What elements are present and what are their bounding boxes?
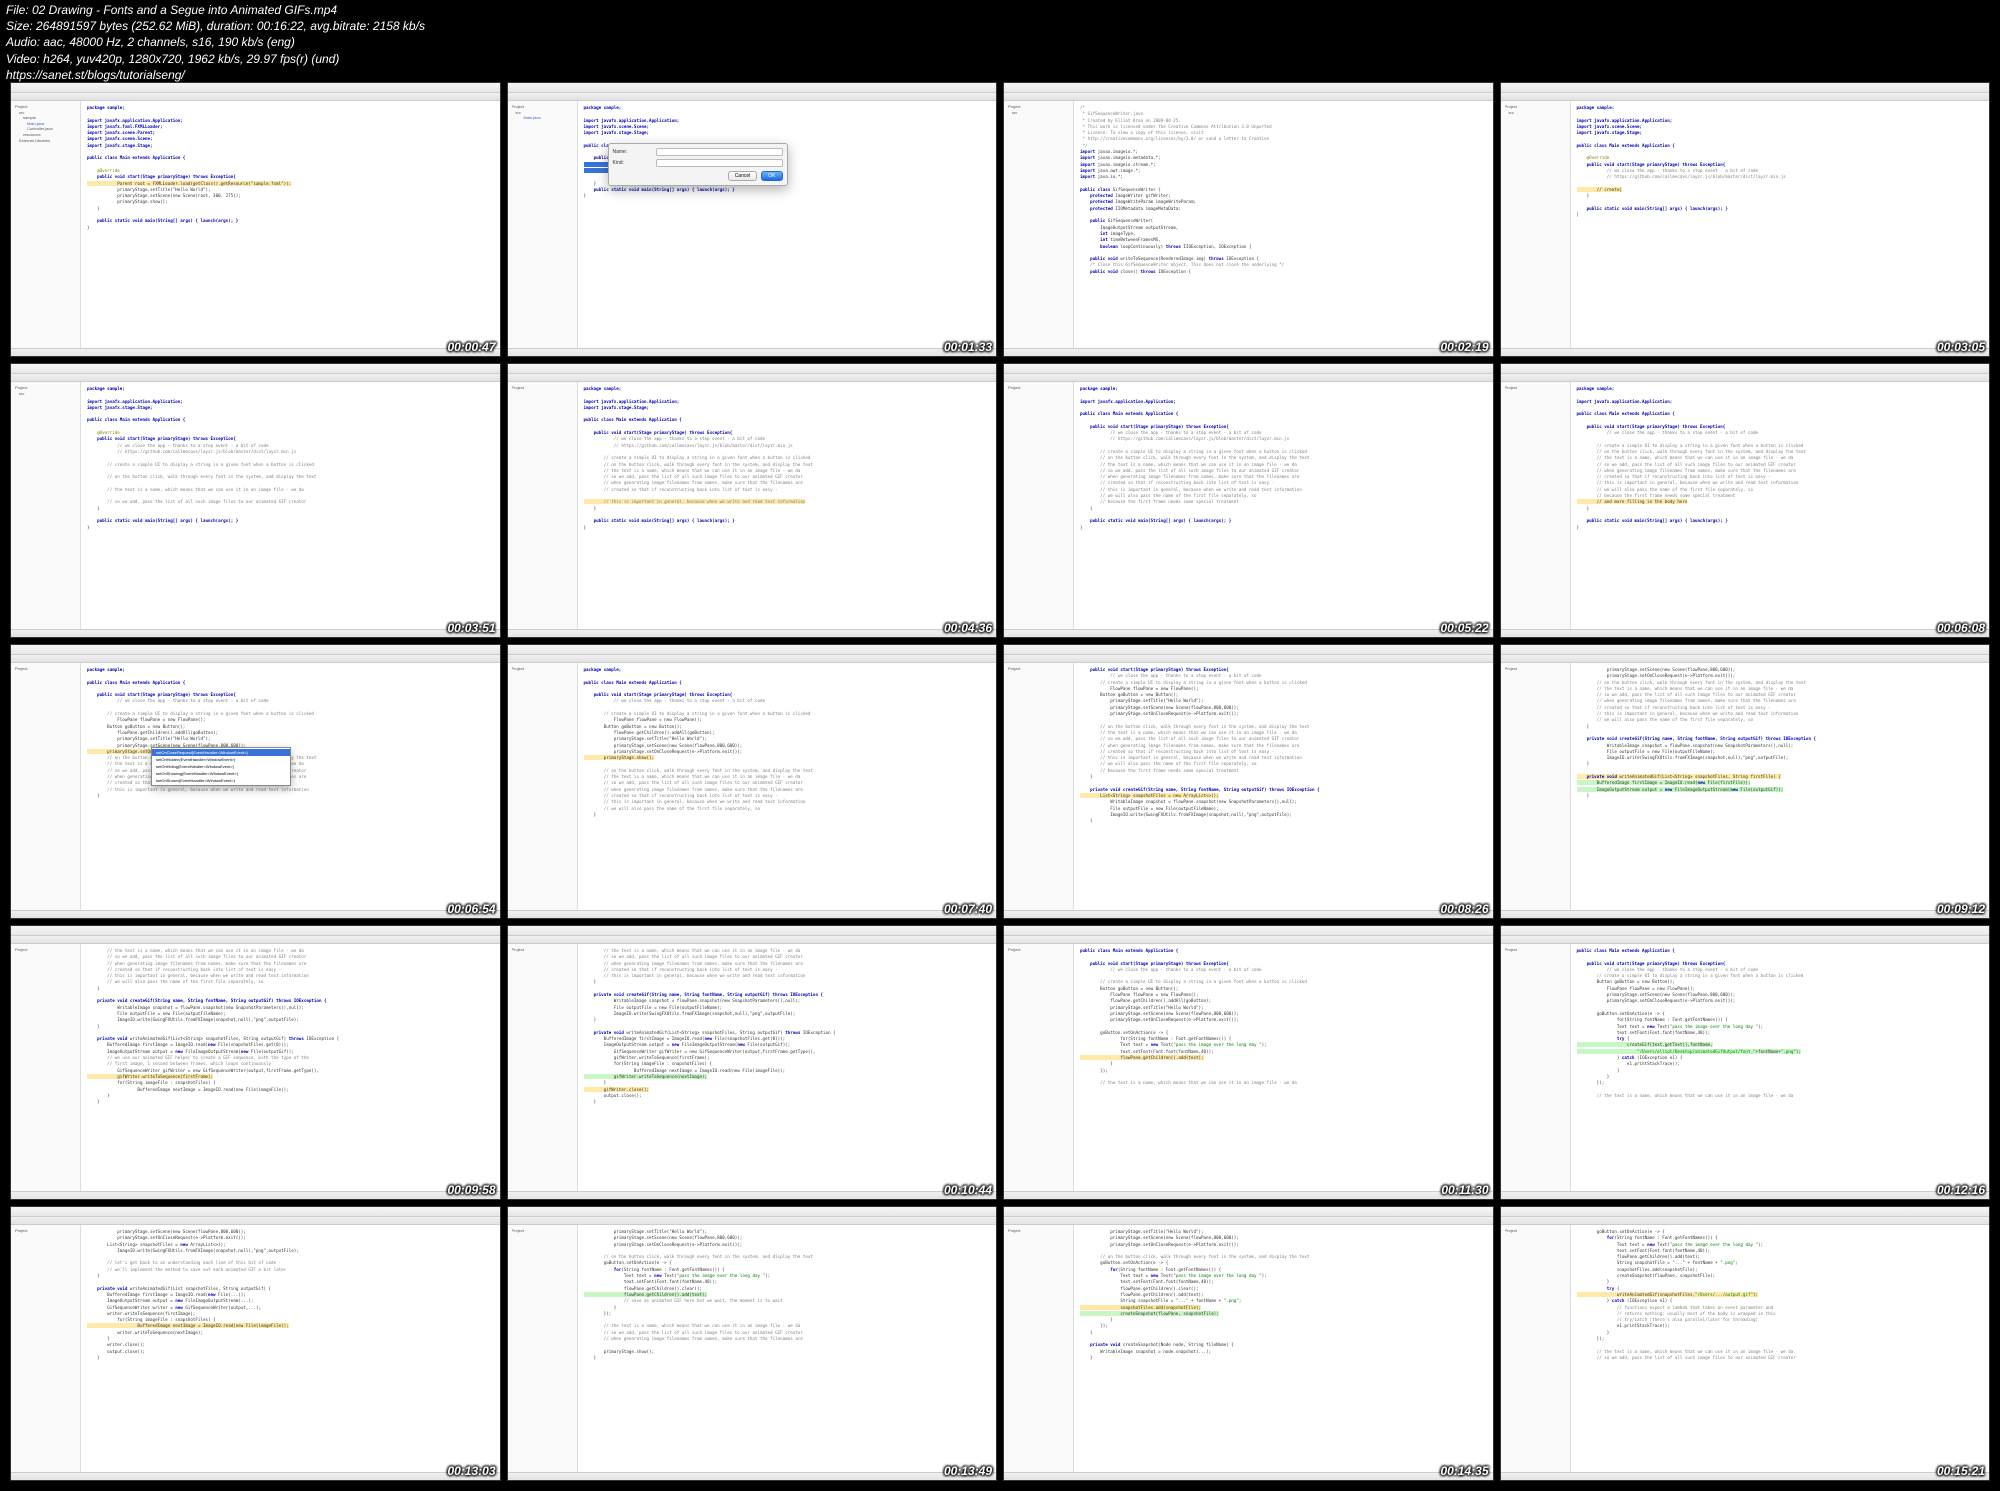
code-editor[interactable]: // the text is a name, which means that … <box>578 944 997 1191</box>
code-editor[interactable]: package sample; public class Main extend… <box>578 663 997 910</box>
code-editor[interactable]: package sample; import javafx.applicatio… <box>1571 101 1990 348</box>
video-line: Video: h264, yuv420p, 1280x720, 1962 kb/… <box>6 51 425 67</box>
dialog-kind-label: Kind: <box>613 160 653 166</box>
timestamp: 00:09:58 <box>447 1183 495 1197</box>
url-line: https://sanet.st/blogs/tutorialseng/ <box>6 67 425 83</box>
autocomplete-item[interactable]: setOnCloseRequest(EventHandler<WindowEve… <box>152 749 290 756</box>
thumb-10[interactable]: Project package sample; public class Mai… <box>507 644 998 919</box>
code-editor[interactable]: goButton.setOnAction(e -> { for(String f… <box>1571 1225 1990 1472</box>
timestamp: 00:09:12 <box>1937 902 1985 916</box>
thumb-2[interactable]: Project src Main.java package sample; im… <box>507 82 998 357</box>
project-sidebar[interactable]: Project src Main.java <box>508 101 578 348</box>
timestamp: 00:15:21 <box>1937 1464 1985 1478</box>
timestamp: 00:05:22 <box>1440 621 1488 635</box>
ide-toolbar <box>11 93 500 101</box>
autocomplete-item[interactable]: setOnHidden(EventHandler<WindowEvent>) <box>152 756 290 763</box>
thumb-8[interactable]: Project package sample; import javafx.ap… <box>1500 363 1991 638</box>
thumb-7[interactable]: Project package sample; import javafx.ap… <box>1003 363 1494 638</box>
size-line: Size: 264891597 bytes (252.62 MiB), dura… <box>6 18 425 34</box>
code-editor[interactable]: package sample; public class Main extend… <box>81 663 500 910</box>
thumb-17[interactable]: Project primaryStage.setScene(new Scene(… <box>10 1206 501 1481</box>
timestamp: 00:13:49 <box>944 1464 992 1478</box>
thumb-19[interactable]: Project primaryStage.setTitle("Hello Wor… <box>1003 1206 1494 1481</box>
timestamp: 00:07:40 <box>944 902 992 916</box>
timestamp: 00:03:05 <box>1937 340 1985 354</box>
timestamp: 00:13:03 <box>447 1464 495 1478</box>
code-editor[interactable]: package sample; import javafx.applicatio… <box>1571 382 1990 629</box>
thumb-15[interactable]: Project public class Main extends Applic… <box>1003 925 1494 1200</box>
thumb-12[interactable]: Project primaryStage.setScene(new Scene(… <box>1500 644 1991 919</box>
thumb-9[interactable]: Project package sample; public class Mai… <box>10 644 501 919</box>
autocomplete-item[interactable]: setOnShown(EventHandler<WindowEvent>) <box>152 777 290 784</box>
code-editor[interactable]: package sample; import javafx.applicatio… <box>81 101 500 348</box>
timestamp: 00:06:08 <box>1937 621 1985 635</box>
thumbnail-grid: Project src sample Main.java Controller.… <box>10 82 1990 1481</box>
timestamp: 00:01:33 <box>944 340 992 354</box>
timestamp: 00:14:35 <box>1440 1464 1488 1478</box>
autocomplete-item[interactable]: setOnShowing(EventHandler<WindowEvent>) <box>152 770 290 777</box>
code-editor[interactable]: primaryStage.setScene(new Scene(flowPane… <box>1571 663 1990 910</box>
code-editor[interactable]: primaryStage.setTitle("Hello World"); pr… <box>578 1225 997 1472</box>
dialog-name-label: Name: <box>613 149 653 155</box>
project-sidebar[interactable]: Project src sample Main.java Controller.… <box>11 101 81 348</box>
code-editor[interactable]: primaryStage.setScene(new Scene(flowPane… <box>81 1225 500 1472</box>
code-editor[interactable]: package sample; import javafx.applicatio… <box>578 382 997 629</box>
timestamp: 00:00:47 <box>447 340 495 354</box>
dialog-ok-button[interactable]: OK <box>761 171 782 181</box>
code-editor[interactable]: /* * GifSequenceWriter.java * Created by… <box>1074 101 1493 348</box>
thumb-16[interactable]: Project public class Main extends Applic… <box>1500 925 1991 1200</box>
dialog-kind-select[interactable] <box>656 159 783 167</box>
ide-statusbar <box>11 348 500 356</box>
timestamp: 00:04:36 <box>944 621 992 635</box>
file-line: File: 02 Drawing - Fonts and a Segue int… <box>6 2 425 18</box>
media-info-header: File: 02 Drawing - Fonts and a Segue int… <box>6 2 425 83</box>
timestamp: 00:06:54 <box>447 902 495 916</box>
thumb-13[interactable]: Project // the text is a name, which mea… <box>10 925 501 1200</box>
thumb-11[interactable]: Project public void start(Stage primaryS… <box>1003 644 1494 919</box>
new-class-dialog[interactable]: Name: Kind: Cancel OK <box>608 143 788 186</box>
autocomplete-popup[interactable]: setOnCloseRequest(EventHandler<WindowEve… <box>151 747 291 786</box>
code-editor[interactable]: public void start(Stage primaryStage) th… <box>1074 663 1493 910</box>
code-editor[interactable]: public class Main extends Application { … <box>1571 944 1990 1191</box>
thumb-5[interactable]: Projectsrc package sample; import javafx… <box>10 363 501 638</box>
thumb-14[interactable]: Project // the text is a name, which mea… <box>507 925 998 1200</box>
dialog-name-input[interactable] <box>656 148 783 156</box>
code-editor[interactable]: package sample; import javafx.applicatio… <box>1074 382 1493 629</box>
thumb-18[interactable]: Project primaryStage.setTitle("Hello Wor… <box>507 1206 998 1481</box>
timestamp: 00:02:19 <box>1440 340 1488 354</box>
dialog-cancel-button[interactable]: Cancel <box>728 171 758 181</box>
thumb-3[interactable]: Projectsrc /* * GifSequenceWriter.java *… <box>1003 82 1494 357</box>
code-editor[interactable]: // the text is a name, which means that … <box>81 944 500 1191</box>
timestamp: 00:08:26 <box>1440 902 1488 916</box>
timestamp: 00:03:51 <box>447 621 495 635</box>
thumb-1[interactable]: Project src sample Main.java Controller.… <box>10 82 501 357</box>
thumb-4[interactable]: Projectsrc package sample; import javafx… <box>1500 82 1991 357</box>
autocomplete-item[interactable]: setOnHiding(EventHandler<WindowEvent>) <box>152 763 290 770</box>
thumb-20[interactable]: Project goButton.setOnAction(e -> { for(… <box>1500 1206 1991 1481</box>
ide-titlebar <box>11 83 500 93</box>
timestamp: 00:10:44 <box>944 1183 992 1197</box>
audio-line: Audio: aac, 48000 Hz, 2 channels, s16, 1… <box>6 34 425 50</box>
code-editor[interactable]: primaryStage.setTitle("Hello World"); pr… <box>1074 1225 1493 1472</box>
code-editor[interactable]: package sample; import javafx.applicatio… <box>578 101 997 348</box>
timestamp: 00:12:16 <box>1937 1183 1985 1197</box>
thumb-6[interactable]: Project package sample; import javafx.ap… <box>507 363 998 638</box>
code-editor[interactable]: package sample; import javafx.applicatio… <box>81 382 500 629</box>
timestamp: 00:11:30 <box>1441 1183 1488 1197</box>
code-editor[interactable]: public class Main extends Application { … <box>1074 944 1493 1191</box>
